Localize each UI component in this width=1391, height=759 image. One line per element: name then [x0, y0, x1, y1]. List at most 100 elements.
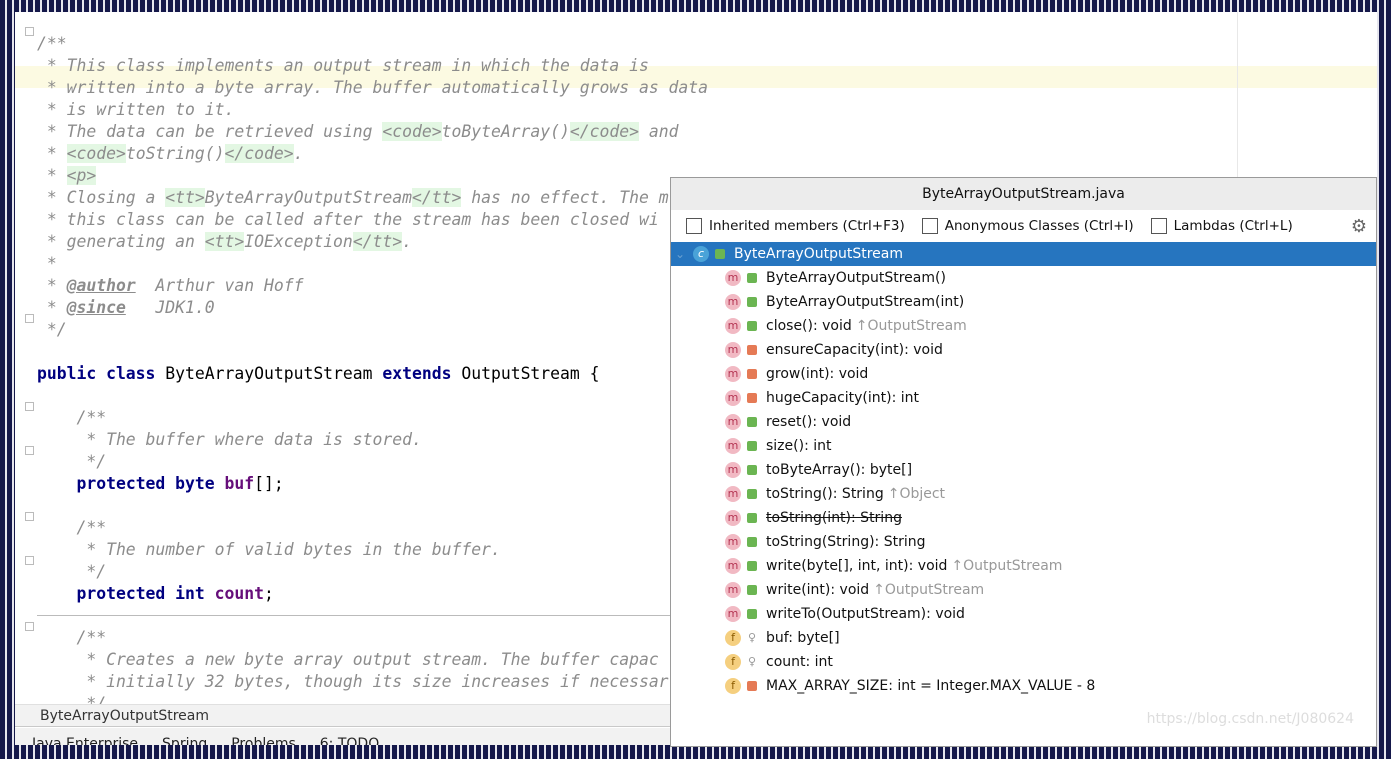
member-name: count: int — [766, 654, 833, 670]
tree-root-class[interactable]: ⌄ c ByteArrayOutputStream — [671, 242, 1376, 266]
tree-member[interactable]: m toString(String): String — [671, 530, 1376, 554]
field-icon: f — [725, 630, 741, 646]
public-icon — [747, 417, 757, 427]
code-token: </code> — [569, 122, 639, 141]
code-line: * is written to it. — [37, 99, 708, 121]
public-icon — [747, 585, 757, 595]
code-token: * The buffer where data is stored. — [37, 430, 422, 449]
code-token: </tt> — [352, 232, 403, 251]
public-icon — [747, 561, 757, 571]
fold-icon[interactable] — [25, 556, 34, 565]
member-name: ByteArrayOutputStream(int) — [766, 294, 965, 310]
gear-icon[interactable]: ⚙ — [1351, 216, 1367, 237]
tree-member[interactable]: m toString(): String ↑Object — [671, 482, 1376, 506]
code-token: * — [37, 166, 67, 185]
code-token: * is written to it. — [37, 100, 235, 119]
code-token: IOException — [244, 232, 353, 251]
tree-member[interactable]: m hugeCapacity(int): int — [671, 386, 1376, 410]
tree-member[interactable]: f ♀ count: int — [671, 650, 1376, 674]
tree-member[interactable]: m grow(int): void — [671, 362, 1376, 386]
anonymous-classes-checkbox[interactable]: Anonymous Classes (Ctrl+I) — [921, 218, 1134, 234]
tool-problems[interactable]: Problems — [231, 736, 296, 745]
code-token: <code> — [382, 122, 442, 141]
code-token: * this class can be called after the str… — [37, 210, 659, 229]
code-line: protected int count; — [37, 583, 708, 605]
public-icon — [747, 321, 757, 331]
tree-member[interactable]: m size(): int — [671, 434, 1376, 458]
tool-spring[interactable]: Spring — [162, 736, 207, 745]
code-line: * initially 32 bytes, though its size in… — [37, 671, 708, 693]
code-token: protected byte — [76, 474, 225, 493]
checkbox-icon[interactable] — [686, 218, 702, 234]
code-text[interactable]: /** * This class implements an output st… — [37, 33, 708, 704]
code-token: ByteArrayOutputStream — [204, 188, 413, 207]
tree-member[interactable]: f MAX_ARRAY_SIZE: int = Integer.MAX_VALUE… — [671, 674, 1376, 698]
method-icon: m — [725, 486, 741, 502]
public-icon — [747, 537, 757, 547]
code-token: * Creates a new byte array output stream… — [37, 650, 659, 669]
tree-member[interactable]: m ByteArrayOutputStream() — [671, 266, 1376, 290]
method-icon: m — [725, 582, 741, 598]
fold-icon[interactable] — [25, 402, 34, 411]
member-name: write(byte[], int, int): void — [766, 558, 948, 574]
tree-member[interactable]: m ensureCapacity(int): void — [671, 338, 1376, 362]
checkbox-icon[interactable] — [1150, 218, 1167, 234]
tree-member[interactable]: m toByteArray(): byte[] — [671, 458, 1376, 482]
member-name: toString(): String — [766, 486, 884, 502]
tree-member[interactable]: m close(): void ↑OutputStream — [671, 314, 1376, 338]
class-icon: c — [693, 246, 709, 262]
code-token: @since — [66, 298, 126, 317]
package-icon: ♀ — [747, 631, 757, 644]
tree-member[interactable]: m ByteArrayOutputStream(int) — [671, 290, 1376, 314]
code-token: /** — [37, 518, 107, 537]
code-token: * The data can be retrieved using — [37, 122, 383, 141]
tool-java-enterprise[interactable]: Java Enterprise — [32, 736, 138, 745]
method-icon: m — [725, 510, 741, 526]
option-label: Anonymous Classes (Ctrl+I) — [944, 218, 1134, 234]
tree-member[interactable]: m write(int): void ↑OutputStream — [671, 578, 1376, 602]
tree-member[interactable]: f ♀ buf: byte[] — [671, 626, 1376, 650]
fold-icon[interactable] — [25, 314, 34, 323]
tree-member[interactable]: m reset(): void — [671, 410, 1376, 434]
code-line: /** — [37, 33, 708, 55]
member-name: writeTo(OutputStream): void — [766, 606, 965, 622]
code-token: <code> — [66, 144, 126, 163]
method-icon: m — [725, 414, 741, 430]
fold-icon[interactable] — [25, 622, 34, 631]
code-token: </code> — [224, 144, 294, 163]
fold-icon[interactable] — [25, 446, 34, 455]
code-line: */ — [37, 561, 708, 583]
method-icon: m — [725, 366, 741, 382]
code-token: <tt> — [204, 232, 245, 251]
tree-member[interactable]: m writeTo(OutputStream): void — [671, 602, 1376, 626]
member-name: reset(): void — [766, 414, 852, 430]
code-line: /** — [37, 517, 708, 539]
code-token: []; — [254, 474, 284, 493]
fold-icon[interactable] — [25, 27, 34, 36]
fold-icon[interactable] — [25, 512, 34, 521]
code-line: */ — [37, 319, 708, 341]
code-token: public class — [37, 364, 166, 383]
method-icon: m — [725, 270, 741, 286]
code-token: * — [37, 298, 67, 317]
watermark: https://blog.csdn.net/J080624 — [1146, 711, 1354, 727]
code-token: <p> — [66, 166, 97, 185]
inherited-members-checkbox[interactable]: Inherited members (Ctrl+F3) — [686, 218, 905, 234]
method-icon: m — [725, 318, 741, 334]
tree-member[interactable]: m write(byte[], int, int): void ↑OutputStr… — [671, 554, 1376, 578]
code-token: extends — [382, 364, 462, 383]
code-token: ByteArrayOutputStream — [165, 364, 383, 383]
tool-todo[interactable]: 6: TODO — [320, 736, 379, 745]
method-icon: m — [725, 390, 741, 406]
code-token: </tt> — [412, 188, 462, 207]
chevron-down-icon[interactable]: ⌄ — [675, 247, 693, 261]
public-icon — [747, 297, 757, 307]
lambdas-checkbox[interactable]: Lambdas (Ctrl+L) — [1150, 218, 1293, 234]
code-token: */ — [37, 452, 107, 471]
code-line: * @since JDK1.0 — [37, 297, 708, 319]
checkbox-icon[interactable] — [921, 218, 938, 234]
tree-member[interactable]: m toString(int): String — [671, 506, 1376, 530]
code-line: protected byte buf[]; — [37, 473, 708, 495]
code-token: JDK1.0 — [125, 298, 215, 317]
